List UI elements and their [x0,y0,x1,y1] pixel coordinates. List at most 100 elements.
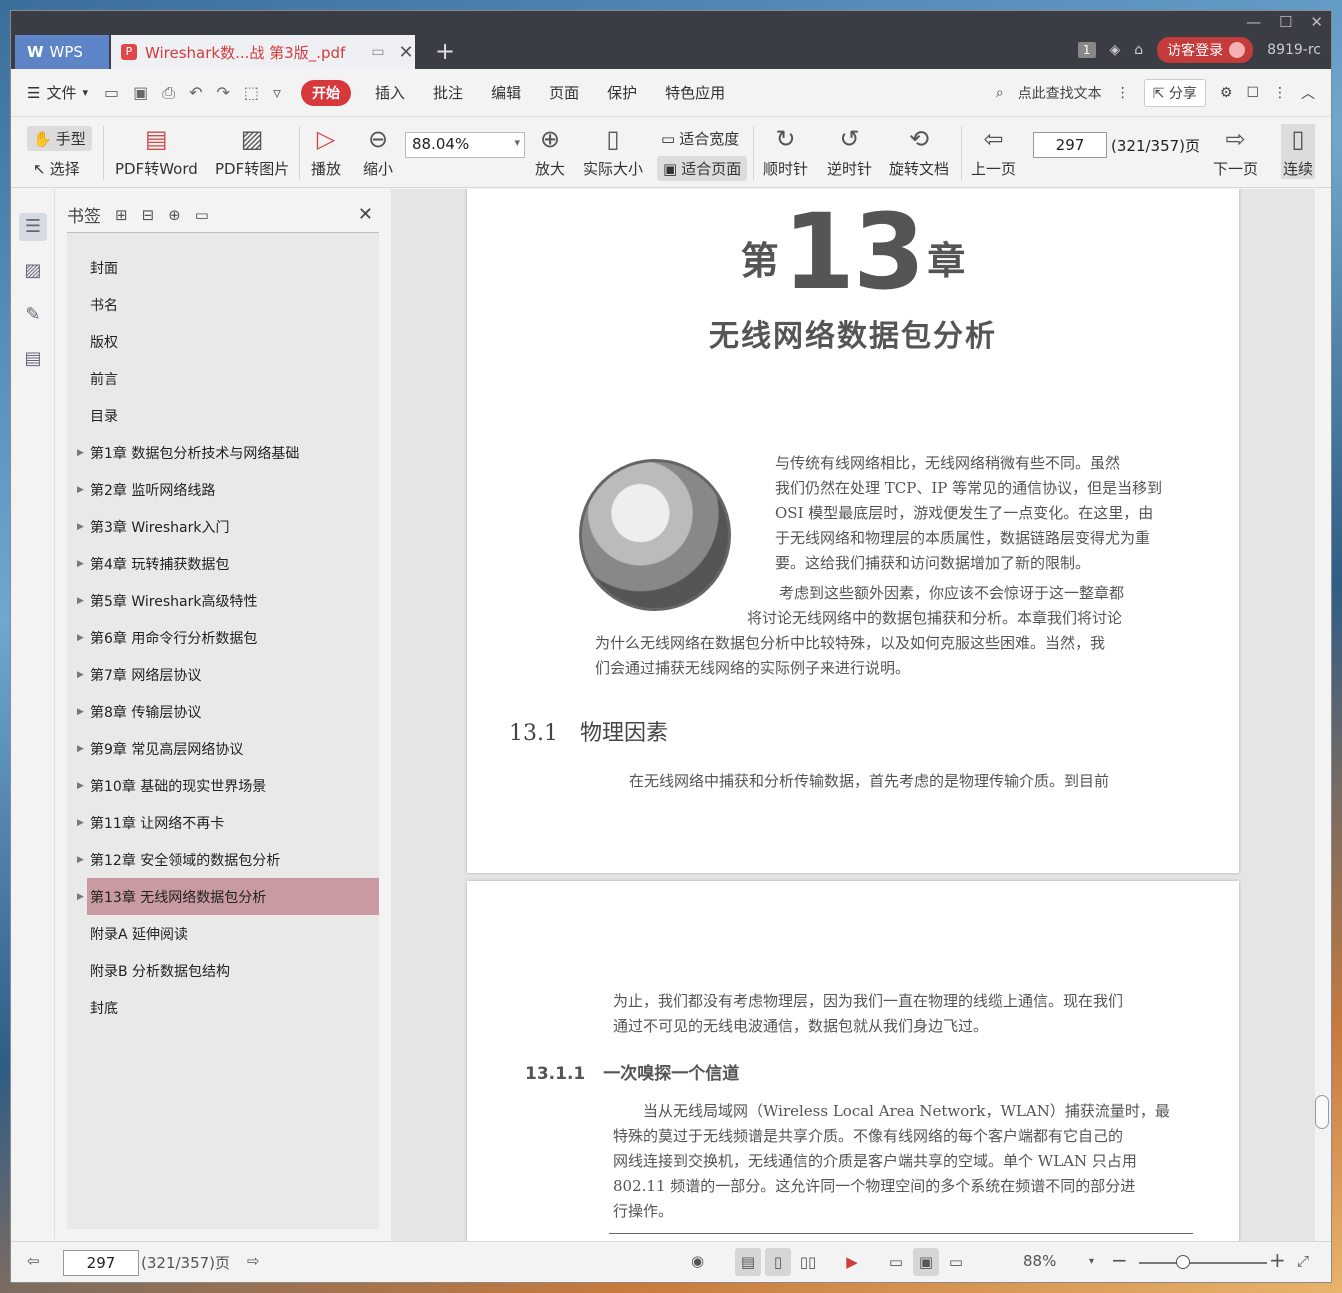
zoom-out-button[interactable]: ⊖ 缩小 [363,124,393,179]
single-page-mode-icon[interactable]: ▯ [765,1248,791,1276]
status-next-page-icon[interactable]: ⇨ [247,1252,260,1270]
expand-all-icon[interactable]: ⊞ [115,206,128,224]
next-page-button[interactable]: ⇨ 下一页 [1213,124,1258,179]
search-text-button[interactable]: 点此查找文本 [1018,83,1102,103]
bookmark-item[interactable]: 前言 [67,360,379,397]
guest-login-button[interactable]: 访客登录 [1157,37,1254,63]
bookmark-item[interactable]: 封面 [67,249,379,286]
attachments-panel-icon[interactable]: ▤ [19,345,47,373]
document-tab[interactable]: P Wireshark数...战 第3版_.pdf ▭ ✕ [111,35,415,69]
expand-arrow-icon[interactable]: ▶ [77,744,84,754]
bookmark-item[interactable]: ▶ 第2章 监听网络线路 [67,471,379,508]
rotate-cw-button[interactable]: ↻ 顺时针 [763,124,808,179]
two-page-mode-icon[interactable]: ▯▯ [795,1248,821,1276]
wps-home-tab[interactable]: W WPS [15,35,109,69]
menu-item-protect[interactable]: 保护 [607,82,637,103]
scrollbar-thumb[interactable] [1315,1095,1329,1129]
expand-arrow-icon[interactable]: ▶ [77,855,84,865]
expand-arrow-icon[interactable]: ▶ [77,892,84,902]
document-viewport[interactable]: 第13 章 无线网络数据包分析 与传统有线网络相比，无线网络稍微有些不同。虽然 我们… [391,189,1315,1241]
collapse-ribbon-icon[interactable]: ︿ [1301,83,1315,103]
menu-item-insert[interactable]: 插入 [375,82,405,103]
annotations-panel-icon[interactable]: ✎ [19,301,47,329]
bookmark-item[interactable]: ▶ 第11章 让网络不再卡 [67,804,379,841]
close-panel-icon[interactable]: ✕ [358,204,373,225]
file-menu[interactable]: ☰ 文件 ▾ [27,82,88,103]
menu-item-start[interactable]: 开始 [301,79,352,106]
prev-page-button[interactable]: ⇦ 上一页 [971,124,1016,179]
menu-item-annotate[interactable]: 批注 [433,82,463,103]
continuous-mode-icon[interactable]: ▤ [735,1248,761,1276]
eye-protection-icon[interactable]: ◉ [691,1252,704,1270]
skin-icon[interactable]: ◈ [1110,42,1121,58]
play-button[interactable]: ▷ 播放 [311,124,341,179]
bookmark-item[interactable]: 版权 [67,323,379,360]
fit-width-mode-icon[interactable]: ▭ [943,1248,969,1276]
expand-arrow-icon[interactable]: ▶ [77,781,84,791]
actual-size-mode-icon[interactable]: ▭ [883,1248,909,1276]
window-count-badge[interactable]: 1 [1077,42,1096,58]
expand-arrow-icon[interactable]: ▶ [77,522,84,532]
bookmark-item[interactable]: ▶ 第6章 用命令行分析数据包 [67,619,379,656]
pin-tab-icon[interactable]: ▭ [371,44,384,60]
zoom-select[interactable]: 88.04% [405,132,525,158]
bookmarks-panel-icon[interactable]: ☰ [19,213,47,241]
more-vertical-icon[interactable]: ⋮ [1116,85,1130,101]
export-icon[interactable]: ⬚ [244,83,259,103]
new-tab-icon[interactable]: + [435,37,455,65]
bookmark-item[interactable]: ▶ 第13章 无线网络数据包分析 [77,878,379,915]
hand-tool-button[interactable]: ✋ 手型 [27,126,92,151]
minimize-icon[interactable]: — [1246,13,1261,31]
menu-item-page[interactable]: 页面 [549,82,579,103]
zoom-minus-icon[interactable]: − [1111,1248,1128,1272]
expand-arrow-icon[interactable]: ▶ [77,559,84,569]
zoom-percentage[interactable]: 88% [1023,1252,1056,1270]
gear-icon[interactable]: ⚙ [1220,85,1233,101]
fit-page-button[interactable]: ▣ 适合页面 [657,156,748,181]
bookmark-item[interactable]: 附录A 延伸阅读 [67,915,379,952]
more-dropdown-icon[interactable]: ▿ [273,83,281,103]
redo-icon[interactable]: ↷ [216,83,229,103]
bookmark-icon[interactable]: ▭ [195,206,209,224]
zoom-plus-icon[interactable]: + [1269,1248,1286,1272]
bookmark-item[interactable]: ▶ 第1章 数据包分析技术与网络基础 [67,434,379,471]
expand-arrow-icon[interactable]: ▶ [77,633,84,643]
bookmark-item[interactable]: 附录B 分析数据包结构 [67,952,379,989]
rotate-document-button[interactable]: ⟲ 旋转文档 [889,124,949,179]
more-options-icon[interactable]: ⋮ [1273,85,1287,101]
expand-arrow-icon[interactable]: ▶ [77,596,84,606]
fit-page-mode-icon[interactable]: ▣ [913,1248,939,1276]
collapse-all-icon[interactable]: ⊟ [142,206,155,224]
expand-arrow-icon[interactable]: ▶ [77,448,84,458]
maximize-icon[interactable]: ☐ [1279,13,1292,31]
actual-size-button[interactable]: ▯ 实际大小 [583,124,643,179]
select-tool-button[interactable]: ↖ 选择 [33,158,80,179]
zoom-in-button[interactable]: ⊕ 放大 [535,124,565,179]
bookmark-item[interactable]: ▶ 第3章 Wireshark入门 [67,508,379,545]
undo-icon[interactable]: ↶ [189,83,202,103]
status-prev-page-icon[interactable]: ⇦ [27,1252,40,1270]
fullscreen-icon[interactable]: ⤢ [1297,1252,1309,1270]
zoom-slider[interactable] [1139,1255,1267,1269]
play-slideshow-icon[interactable]: ▶ [839,1248,865,1276]
fit-width-button[interactable]: ▭ 适合宽度 [661,128,739,149]
zoom-dropdown-icon[interactable]: ▾ [1089,1256,1094,1267]
bookmark-item[interactable]: 书名 [67,286,379,323]
continuous-view-button[interactable]: ▯ 连续 [1281,124,1316,179]
page-number-input[interactable]: 297 [1033,132,1107,158]
expand-arrow-icon[interactable]: ▶ [77,707,84,717]
bookmark-item[interactable]: ▶ 第12章 安全领域的数据包分析 [67,841,379,878]
print-icon[interactable]: ⎙ [162,83,175,103]
save-icon[interactable]: ▣ [133,83,148,103]
shirt-icon[interactable]: ⌂ [1134,42,1143,58]
add-bookmark-icon[interactable]: ⊕ [168,206,181,224]
bookmark-item[interactable]: ▶ 第4章 玩转捕获数据包 [67,545,379,582]
close-tab-icon[interactable]: ✕ [399,42,414,63]
share-button[interactable]: ⇱ 分享 [1143,78,1206,107]
pdf-to-word-button[interactable]: ▤ PDF转Word [115,124,198,179]
comment-icon[interactable]: ☐ [1246,85,1259,101]
vertical-scrollbar[interactable] [1315,189,1331,1241]
bookmark-item[interactable]: 封底 [67,989,379,1026]
menu-item-features[interactable]: 特色应用 [665,82,725,103]
bookmark-item[interactable]: ▶ 第10章 基础的现实世界场景 [67,767,379,804]
